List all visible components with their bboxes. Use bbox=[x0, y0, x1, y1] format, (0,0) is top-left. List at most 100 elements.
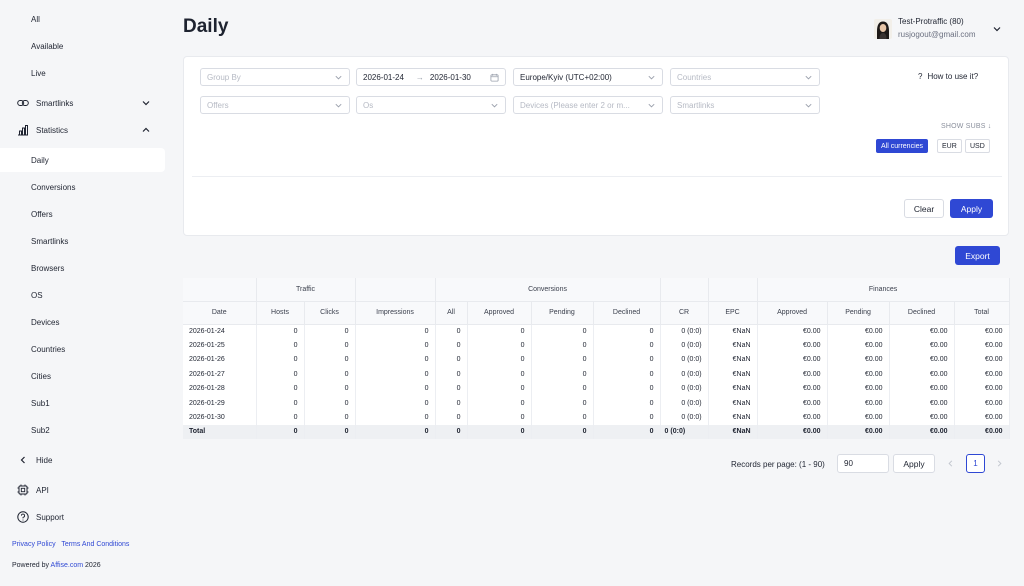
table-cell: 0 bbox=[467, 352, 532, 368]
group-conversions: Conversions bbox=[435, 278, 661, 302]
column-header[interactable]: Declined bbox=[889, 301, 955, 325]
pagination-apply-button[interactable]: Apply bbox=[893, 454, 935, 473]
sidebar-hide-button[interactable]: Hide bbox=[0, 448, 165, 472]
chevron-down-icon bbox=[335, 103, 342, 108]
os-select[interactable]: Os bbox=[356, 96, 506, 114]
table-cell: 0 bbox=[593, 395, 661, 411]
chevron-left-icon[interactable] bbox=[946, 459, 955, 468]
sidebar-item-available[interactable]: Available bbox=[0, 34, 165, 58]
total-cell: 0 bbox=[256, 424, 305, 440]
link-icon bbox=[16, 96, 30, 110]
apply-filters-button[interactable]: Apply bbox=[950, 199, 993, 218]
column-header[interactable]: Hosts bbox=[256, 301, 305, 325]
sidebar-item-statistics[interactable]: Statistics bbox=[0, 118, 165, 142]
terms-link[interactable]: Terms And Conditions bbox=[61, 541, 129, 548]
arrow-down-icon: ↓ bbox=[987, 123, 992, 130]
column-header[interactable]: Approved bbox=[757, 301, 828, 325]
column-header[interactable]: Clicks bbox=[304, 301, 356, 325]
date-range-picker[interactable]: 2026-01-24 → 2026-01-30 bbox=[356, 68, 506, 86]
sidebar-item-countries[interactable]: Countries bbox=[0, 337, 165, 361]
table-cell: 0 bbox=[355, 352, 436, 368]
sidebar-item-offers[interactable]: Offers bbox=[0, 202, 165, 226]
table-cell: 0 bbox=[435, 338, 468, 353]
table-cell: 2026-01-29 bbox=[183, 395, 257, 411]
table-cell: 0 bbox=[593, 324, 661, 339]
page-number-button[interactable]: 1 bbox=[966, 454, 985, 473]
group-by-select[interactable]: Group By bbox=[200, 68, 350, 86]
sidebar-item-live[interactable]: Live bbox=[0, 61, 165, 85]
table-cell: €0.00 bbox=[757, 410, 828, 425]
sidebar-item-devices[interactable]: Devices bbox=[0, 310, 165, 334]
column-header[interactable]: Total bbox=[954, 301, 1010, 325]
chevron-right-icon[interactable] bbox=[995, 459, 1004, 468]
column-header[interactable]: CR bbox=[660, 301, 709, 325]
table-cell: 0 (0:0) bbox=[660, 338, 709, 353]
table-cell: 0 bbox=[304, 367, 356, 382]
table-cell: 0 bbox=[531, 410, 594, 425]
column-header[interactable]: EPC bbox=[708, 301, 758, 325]
column-header[interactable]: Approved bbox=[467, 301, 532, 325]
sidebar-item-api[interactable]: API bbox=[0, 478, 165, 502]
table-cell: €0.00 bbox=[827, 381, 890, 396]
column-header[interactable]: Pending bbox=[531, 301, 594, 325]
table-body: 2026-01-24 0 0 0 0 0 0 0 0 (0:0) €NaN €0.00 €0.00 €0… bbox=[183, 324, 1010, 440]
sidebar-item-conversions[interactable]: Conversions bbox=[0, 175, 165, 199]
table-cell: 0 bbox=[531, 395, 594, 411]
records-per-page-input[interactable]: 90 bbox=[837, 454, 889, 473]
filters-panel: Group By 2026-01-24 → 2026-01-30 Europe/… bbox=[183, 56, 1009, 236]
offers-select[interactable]: Offers bbox=[200, 96, 350, 114]
table-cell: 0 bbox=[435, 367, 468, 382]
table-cell: €NaN bbox=[708, 395, 758, 411]
devices-select[interactable]: Devices (Please enter 2 or m... bbox=[513, 96, 663, 114]
column-header[interactable]: Impressions bbox=[355, 301, 436, 325]
table-cell: 0 bbox=[435, 381, 468, 396]
powered-by: Powered by Affise.com 2026 bbox=[12, 562, 101, 569]
table-cell: 0 bbox=[593, 352, 661, 368]
sidebar-item-support[interactable]: Support bbox=[0, 505, 165, 529]
table-cell: €NaN bbox=[708, 324, 758, 339]
sidebar-item-smartlinks-stats[interactable]: Smartlinks bbox=[0, 229, 165, 253]
column-header[interactable]: Declined bbox=[593, 301, 661, 325]
show-subs-toggle[interactable]: SHOW SUBS ↓ bbox=[941, 123, 991, 130]
table-cell: 0 bbox=[256, 324, 305, 339]
total-cell: Total bbox=[183, 424, 257, 440]
table-cell: 0 bbox=[355, 338, 436, 353]
table-row: 2026-01-26 0 0 0 0 0 0 0 0 (0:0) €NaN €0.00 €0.00 €0… bbox=[183, 352, 1010, 368]
table-cell: 0 bbox=[304, 338, 356, 353]
sidebar-item-sub2[interactable]: Sub2 bbox=[0, 418, 165, 442]
table-row: 2026-01-30 0 0 0 0 0 0 0 0 (0:0) €NaN €0.00 €0.00 €0… bbox=[183, 410, 1010, 425]
table-cell: 0 (0:0) bbox=[660, 410, 709, 425]
export-button[interactable]: Export bbox=[955, 246, 1000, 265]
currency-usd[interactable]: USD bbox=[965, 139, 990, 153]
table-cell: 0 bbox=[355, 395, 436, 411]
column-header[interactable]: Pending bbox=[827, 301, 890, 325]
countries-select[interactable]: Countries bbox=[670, 68, 820, 86]
sidebar-item-smartlinks[interactable]: Smartlinks bbox=[0, 91, 165, 115]
clear-button[interactable]: Clear bbox=[904, 199, 944, 218]
sidebar-item-all[interactable]: All bbox=[0, 7, 165, 31]
table-cell: 2026-01-28 bbox=[183, 381, 257, 396]
sidebar-item-sub1[interactable]: Sub1 bbox=[0, 391, 165, 415]
how-to-use-link[interactable]: ? How to use it? bbox=[918, 72, 978, 81]
timezone-select[interactable]: Europe/Kyiv (UTC+02:00) bbox=[513, 68, 663, 86]
sidebar-item-browsers[interactable]: Browsers bbox=[0, 256, 165, 280]
currency-eur[interactable]: EUR bbox=[937, 139, 962, 153]
currency-all[interactable]: All currencies bbox=[876, 139, 929, 153]
user-menu[interactable]: Test-Protraffic (80) rusjogout@gmail.com bbox=[874, 14, 1014, 44]
table-cell: 0 bbox=[256, 410, 305, 425]
table-cell: 0 bbox=[304, 410, 356, 425]
column-header[interactable]: All bbox=[435, 301, 468, 325]
table-cell: 0 bbox=[593, 367, 661, 382]
privacy-policy-link[interactable]: Privacy Policy bbox=[12, 541, 56, 548]
sidebar-item-os[interactable]: OS bbox=[0, 283, 165, 307]
table-cell: €0.00 bbox=[954, 395, 1010, 411]
table-cell: 0 (0:0) bbox=[660, 367, 709, 382]
affise-link[interactable]: Affise.com bbox=[51, 562, 84, 569]
smartlinks-select[interactable]: Smartlinks bbox=[670, 96, 820, 114]
sidebar-item-cities[interactable]: Cities bbox=[0, 364, 165, 388]
sidebar-item-daily[interactable]: Daily bbox=[0, 148, 165, 172]
column-header[interactable]: Date bbox=[183, 301, 257, 325]
bar-chart-icon bbox=[16, 123, 30, 137]
table-cell: 0 bbox=[531, 352, 594, 368]
table-cell: 0 bbox=[256, 381, 305, 396]
